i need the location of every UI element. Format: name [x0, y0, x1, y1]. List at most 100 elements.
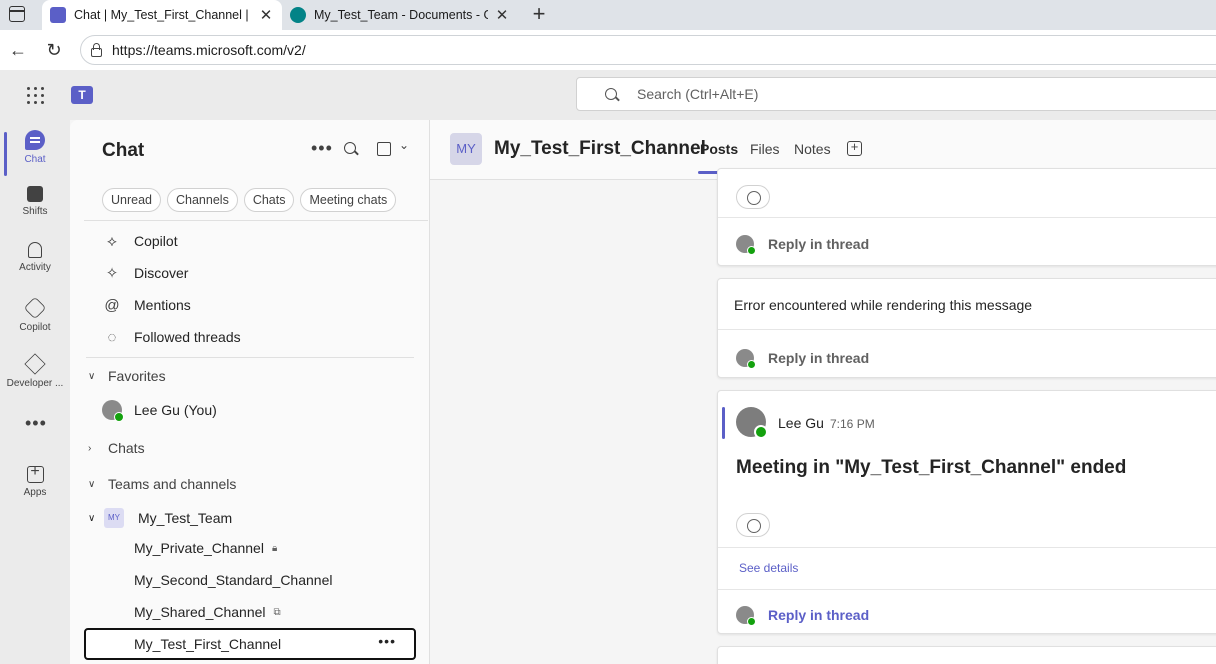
- filter-search-icon[interactable]: [344, 142, 356, 154]
- divider: [718, 217, 1216, 218]
- divider: [86, 357, 414, 358]
- shifts-icon: [27, 186, 43, 202]
- refresh-icon[interactable]: ↻: [43, 39, 65, 61]
- url-field[interactable]: https://teams.microsoft.com/v2/: [80, 35, 1216, 65]
- mention-icon: @: [104, 296, 120, 314]
- section-favorites[interactable]: ∨ Favorites: [86, 362, 166, 390]
- reaction-icon[interactable]: [736, 185, 770, 209]
- reply-in-thread-button[interactable]: Reply in thread: [736, 235, 870, 255]
- close-tab-icon[interactable]: ✕: [258, 6, 274, 24]
- add-tab-icon[interactable]: [847, 139, 862, 156]
- copilot-icon: [23, 296, 47, 320]
- channel-name: My_Private_Channel: [134, 540, 264, 556]
- filter-unread[interactable]: Unread: [102, 188, 161, 212]
- chevron-down-icon: ∨: [88, 478, 96, 490]
- browser-tab-documents[interactable]: My_Test_Team - Documents - Gen ✕: [282, 0, 518, 30]
- nav-label: Discover: [134, 265, 189, 281]
- avatar: [736, 606, 756, 626]
- reaction-icon[interactable]: [736, 513, 770, 537]
- chat-list-panel: Chat ••• ⌄ Unread Channels Chats Meeting…: [70, 120, 430, 664]
- rail-label: Developer ...: [6, 378, 64, 389]
- team-name: My_Test_Team: [138, 510, 233, 526]
- channel-name: My_Test_First_Channel: [134, 636, 282, 652]
- search-icon: [605, 88, 617, 100]
- new-chat-icon[interactable]: [377, 142, 391, 156]
- panel-title: Chat: [102, 140, 145, 161]
- back-arrow-icon[interactable]: ←: [7, 39, 29, 61]
- search-input[interactable]: Search (Ctrl+Alt+E): [576, 77, 1216, 111]
- message-card: Lee Gu 7:16 PM Meeting in "My_Test_First…: [717, 390, 1216, 634]
- reply-label: Reply in thread: [768, 236, 870, 252]
- apps-icon: [26, 463, 44, 483]
- chevron-down-icon: ∨: [88, 370, 96, 382]
- favorite-contact[interactable]: Lee Gu (You): [86, 395, 416, 425]
- section-label: Teams and channels: [108, 476, 237, 492]
- channel-item[interactable]: My_Second_Standard_Channel: [134, 565, 332, 595]
- message-card: Reply in thread: [717, 168, 1216, 266]
- timestamp: 7:16 PM: [830, 417, 875, 431]
- message-card: [717, 646, 1216, 664]
- avatar: [736, 407, 768, 439]
- nav-label: Copilot: [134, 233, 178, 249]
- rail-label: Activity: [19, 262, 51, 273]
- rail-label: Shifts: [22, 206, 48, 217]
- reply-in-thread-button[interactable]: Reply in thread: [736, 606, 870, 626]
- rail-item-copilot[interactable]: Copilot: [0, 296, 70, 333]
- nav-item-copilot[interactable]: ⟡ Copilot: [86, 226, 416, 256]
- nav-item-followed-threads[interactable]: ◌ Followed threads: [86, 322, 416, 352]
- nav-label: Followed threads: [134, 329, 241, 345]
- divider: [84, 220, 428, 221]
- see-details-link[interactable]: See details: [739, 561, 798, 575]
- more-options-icon[interactable]: •••: [378, 633, 396, 649]
- tab-posts[interactable]: Posts: [697, 141, 741, 174]
- channel-name: My_Second_Standard_Channel: [134, 572, 333, 588]
- rail-label: Copilot: [19, 322, 51, 333]
- rail-item-activity[interactable]: Activity: [0, 242, 70, 273]
- tab-notes[interactable]: Notes: [794, 141, 831, 157]
- app-rail: Chat Shifts Activity Copilot Developer .…: [0, 120, 70, 664]
- divider: [718, 589, 1216, 590]
- rail-item-shifts[interactable]: Shifts: [0, 186, 70, 217]
- followed-thread-icon: ◌: [107, 328, 117, 346]
- channel-item[interactable]: My_Private_Channel 🔒︎: [134, 533, 277, 563]
- browser-tab-teams-chat[interactable]: Chat | My_Test_First_Channel | Mic ✕: [42, 0, 282, 30]
- rail-item-chat[interactable]: Chat: [0, 130, 70, 176]
- avatar: [102, 400, 124, 422]
- filter-meeting-chats[interactable]: Meeting chats: [300, 188, 397, 212]
- channel-item-selected[interactable]: My_Test_First_Channel •••: [84, 628, 416, 660]
- divider: [718, 547, 1216, 548]
- team-item[interactable]: ∨ MY My_Test_Team: [86, 503, 416, 533]
- bell-icon: [28, 242, 42, 258]
- teams-favicon-icon: [50, 7, 66, 23]
- more-options-icon[interactable]: •••: [311, 138, 333, 159]
- nav-label: Mentions: [134, 297, 191, 313]
- new-tab-button[interactable]: +: [528, 2, 550, 26]
- app-launcher-icon[interactable]: [27, 87, 44, 104]
- reply-in-thread-button[interactable]: Reply in thread: [736, 349, 870, 369]
- section-teams-channels[interactable]: ∨ Teams and channels: [86, 470, 236, 498]
- divider: [718, 329, 1216, 330]
- reply-label: Reply in thread: [768, 607, 870, 623]
- chevron-down-icon[interactable]: ⌄: [399, 138, 409, 152]
- section-chats[interactable]: › Chats: [86, 434, 145, 462]
- rail-item-more[interactable]: •••: [0, 414, 70, 442]
- browser-tab-bar: Chat | My_Test_First_Channel | Mic ✕ My_…: [0, 0, 1216, 30]
- message-card: Error encountered while rendering this m…: [717, 278, 1216, 378]
- filter-channels[interactable]: Channels: [167, 188, 238, 212]
- chat-icon: [25, 130, 45, 150]
- nav-item-discover[interactable]: ✧ Discover: [86, 258, 416, 288]
- channel-avatar: MY: [450, 133, 482, 165]
- rail-item-developer[interactable]: Developer ...: [0, 353, 70, 389]
- tab-files[interactable]: Files: [750, 141, 780, 157]
- search-placeholder: Search (Ctrl+Alt+E): [637, 86, 759, 102]
- window-menu-icon[interactable]: [9, 6, 25, 22]
- developer-icon: [24, 353, 46, 375]
- nav-item-mentions[interactable]: @ Mentions: [86, 290, 416, 320]
- close-tab-icon[interactable]: ✕: [494, 6, 510, 24]
- channel-name: My_Shared_Channel: [134, 604, 266, 620]
- filter-chats[interactable]: Chats: [243, 188, 295, 212]
- tab-title: Chat | My_Test_First_Channel | Mic: [74, 8, 252, 22]
- channel-item[interactable]: My_Shared_Channel ⧉: [134, 597, 281, 627]
- rail-item-apps[interactable]: Apps: [0, 463, 70, 498]
- reply-label: Reply in thread: [768, 350, 870, 366]
